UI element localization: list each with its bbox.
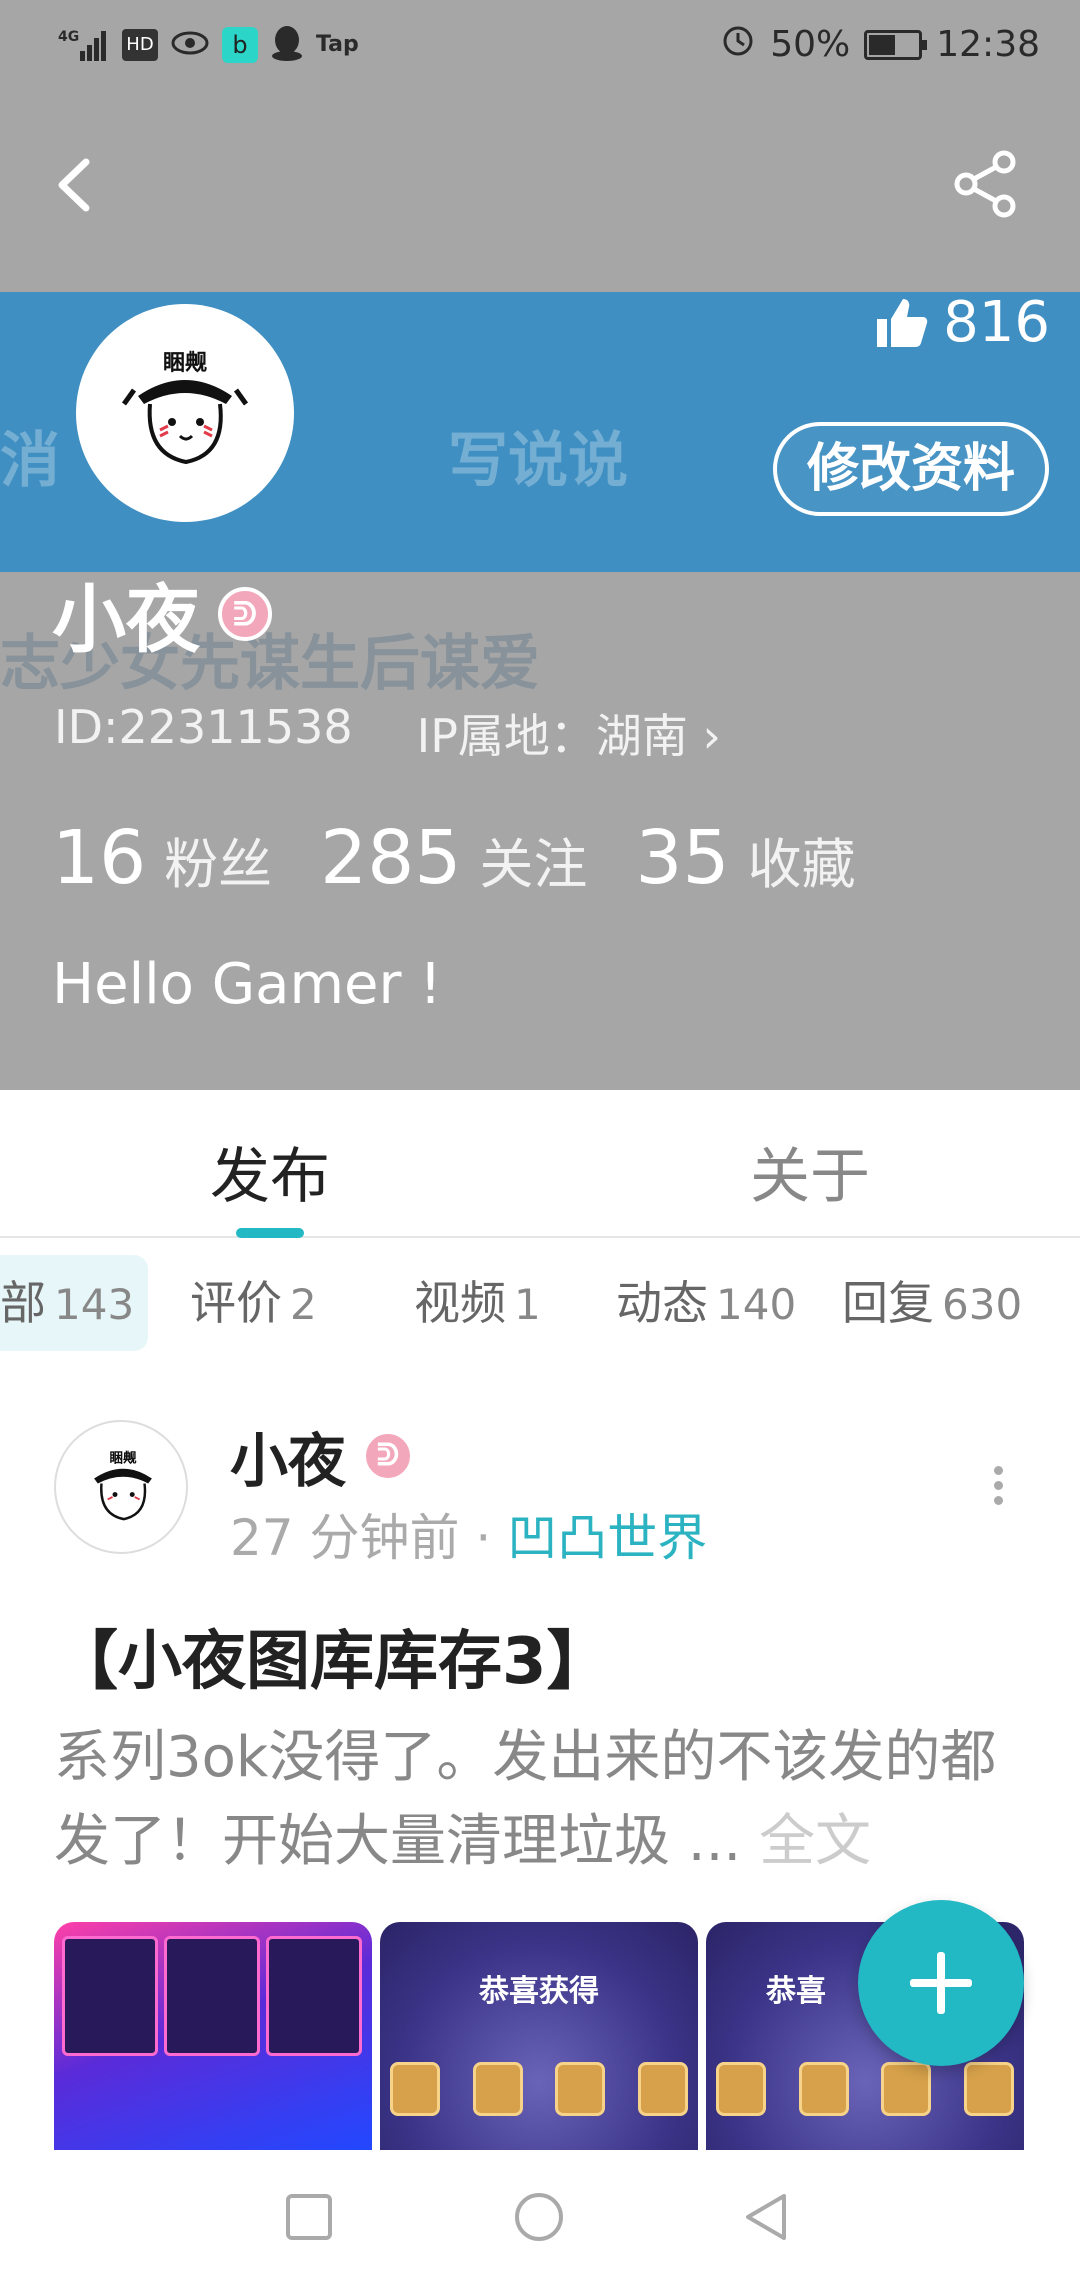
filter-count: 630	[942, 1280, 1023, 1329]
filter-count: 2	[290, 1280, 317, 1329]
profile-username-row: 小夜 ᕲ	[52, 560, 272, 667]
back-button[interactable]	[48, 150, 108, 220]
share-button[interactable]	[950, 148, 1022, 220]
reward-item-image	[472, 2062, 523, 2116]
stat-label: 粉丝	[164, 833, 273, 896]
hd-icon: HD	[122, 29, 158, 61]
avatar-caption: 睏觍	[109, 1450, 137, 1467]
stat-followers[interactable]: 16 粉丝	[52, 815, 272, 901]
banner-ghost-text: 消	[0, 426, 60, 496]
profile-header: 消 写说说 志少女先谋生后谋爱 4G HD b Tap 50% 12:38 81…	[0, 0, 1080, 1090]
share-icon	[954, 150, 1016, 218]
eye-icon	[170, 28, 210, 62]
filter-count: 1	[514, 1280, 541, 1329]
post-body[interactable]: 系列3ok没得了。发出来的不该发的都发了！开始大量清理垃圾 ... 全文	[54, 1716, 1034, 1884]
profile-id-row: ID:22311538 IP属地：湖南 ›	[54, 700, 721, 766]
filter-label: 动态	[616, 1276, 708, 1330]
clock-time: 12:38	[936, 24, 1040, 65]
signal-icon: 4G	[58, 25, 110, 65]
reward-item-image	[963, 2062, 1014, 2116]
filter-label: 部	[0, 1276, 46, 1330]
tab-posts[interactable]: 发布	[210, 1128, 330, 1215]
reward-title: 恭喜获得	[479, 1974, 599, 2009]
filter-label: 回复	[842, 1276, 934, 1330]
alarm-icon	[720, 22, 756, 67]
full-text-link[interactable]: 全文	[759, 1809, 871, 1874]
ip-location-link[interactable]: IP属地：湖南 ›	[417, 700, 721, 766]
post-title[interactable]: 【小夜图库库存3】	[54, 1610, 611, 1702]
filter-videos[interactable]: 视频 1	[414, 1255, 541, 1351]
triangle-back-icon	[746, 2194, 786, 2240]
battery-percent: 50%	[770, 24, 851, 65]
svg-text:4G: 4G	[58, 29, 79, 45]
circle-icon	[515, 2193, 563, 2241]
more-dots-icon	[993, 1466, 1003, 1475]
system-nav-bar	[0, 2150, 1080, 2280]
character-card-image	[164, 1936, 260, 2056]
profile-bio: Hello Gamer !	[52, 952, 442, 1017]
bilibili-icon: b	[222, 27, 258, 63]
filter-count: 140	[716, 1280, 797, 1329]
post-author-avatar[interactable]: 睏觍	[54, 1420, 188, 1554]
reward-item-image	[637, 2062, 688, 2116]
level-badge-icon: ᕲ	[362, 1430, 415, 1482]
likes-count: 816	[943, 290, 1050, 355]
character-card-image	[62, 1936, 158, 2056]
post-source-link[interactable]: 凹凸世界	[507, 1509, 707, 1567]
filter-label: 评价	[190, 1276, 282, 1330]
profile-tabs: 发布 关于	[0, 1090, 1080, 1238]
reward-item-image	[390, 2062, 440, 2116]
reward-item-image	[881, 2062, 932, 2116]
user-id: ID:22311538	[54, 700, 353, 754]
more-options-button[interactable]	[984, 1466, 1012, 1510]
stat-number: 35	[635, 815, 730, 901]
taptap-icon: Tap	[316, 32, 359, 57]
square-icon	[286, 2194, 332, 2240]
character-card-image	[266, 1936, 362, 2056]
avatar-image: 睏觍	[121, 351, 249, 465]
battery-icon	[864, 29, 928, 60]
filter-reviews[interactable]: 评价 2	[190, 1255, 317, 1351]
level-badge-icon[interactable]: ᕲ	[218, 586, 272, 641]
stat-favorites[interactable]: 35 收藏	[635, 815, 855, 901]
filter-all[interactable]: 部 143	[0, 1255, 149, 1351]
stat-following[interactable]: 285 关注	[320, 815, 587, 901]
post-author-row: 小夜 ᕲ	[230, 1414, 415, 1498]
stat-number: 16	[52, 815, 147, 901]
create-post-button[interactable]	[858, 1900, 1024, 2066]
tab-about[interactable]: 关于	[750, 1128, 870, 1215]
filter-count: 143	[54, 1280, 135, 1329]
back-nav-button[interactable]	[740, 2190, 794, 2244]
banner-ghost-text: 写说说	[448, 426, 628, 496]
stat-label: 关注	[479, 833, 588, 896]
reward-item-image	[798, 2062, 849, 2116]
avatar-image: 睏觍	[94, 1450, 152, 1521]
edit-profile-button[interactable]: 修改资料	[773, 422, 1049, 516]
active-tab-indicator	[236, 1228, 304, 1238]
filter-moments[interactable]: 动态 140	[616, 1255, 796, 1351]
stat-label: 收藏	[747, 833, 856, 896]
qq-icon	[270, 24, 304, 66]
post-image[interactable]: 恭喜获得	[380, 1922, 698, 2150]
post-image[interactable]	[54, 1922, 372, 2150]
filter-label: 视频	[414, 1276, 506, 1330]
post-meta: 27 分钟前 · 凹凸世界	[230, 1498, 707, 1570]
reward-item-image	[555, 2062, 606, 2116]
status-bar: 4G HD b Tap 50% 12:38	[0, 0, 1080, 92]
post-author-name[interactable]: 小夜	[230, 1414, 346, 1498]
filter-replies[interactable]: 回复 630	[842, 1255, 1022, 1351]
post-time: 27 分钟前 ·	[230, 1509, 508, 1567]
profile-username: 小夜	[52, 577, 200, 663]
stat-number: 285	[320, 815, 462, 901]
post-filter-bar: 部 143 评价 2 视频 1 动态 140 回复 630	[0, 1255, 1080, 1351]
profile-avatar[interactable]: 睏觍	[76, 304, 294, 522]
recents-button[interactable]	[282, 2190, 336, 2244]
chevron-left-icon	[58, 158, 90, 212]
home-button[interactable]	[512, 2190, 566, 2244]
thumbs-up-icon	[877, 298, 928, 347]
profile-stats: 16 粉丝 285 关注 35 收藏	[52, 815, 904, 901]
reward-item-image	[716, 2062, 766, 2116]
likes-counter[interactable]: 816	[873, 290, 1050, 355]
avatar-caption: 睏觍	[163, 351, 207, 376]
